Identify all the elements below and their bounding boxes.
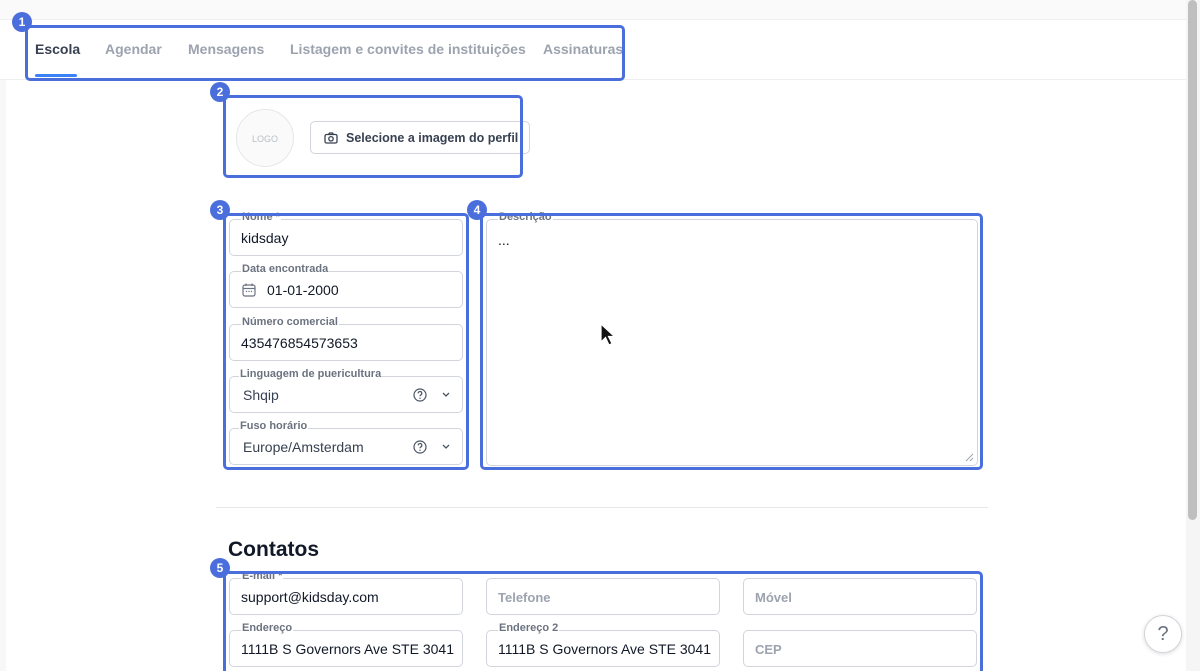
address-value: 1111B S Governors Ave STE 3041,, [241,641,454,657]
name-label: Nome * [241,211,281,223]
name-field[interactable]: Nome * kidsday [229,211,463,256]
business-number-value: 435476854573653 [241,335,358,351]
founded-date-field[interactable]: Data encontrada 01-01-2000 [229,263,463,308]
email-value: support@kidsday.com [241,589,379,605]
address2-field[interactable]: Endereço 2 1111B S Governors Ave STE 304… [486,622,720,667]
tab-escola[interactable]: Escola [35,41,80,57]
tab-assinaturas[interactable]: Assinaturas [543,41,623,57]
section-divider [216,507,988,508]
description-textarea[interactable]: Descrição ... [486,211,978,466]
contacts-title: Contatos [228,538,319,561]
description-value: ... [498,232,510,248]
select-profile-image-label: Selecione a imagem do perfil [346,130,519,145]
address-label: Endereço [241,622,294,634]
help-circle-icon[interactable] [413,388,427,402]
annotation-badge-3: 3 [210,200,230,220]
zip-field[interactable]: CEP [743,630,977,667]
address2-value: 1111B S Governors Ave STE 3041,, [498,641,711,657]
mobile-field[interactable]: Móvel [743,578,977,615]
timezone-select[interactable]: Fuso horário Europe/Amsterdam [229,420,463,465]
founded-date-label: Data encontrada [241,263,330,275]
mobile-placeholder: Móvel [755,590,792,605]
childcare-language-value: Shqip [243,387,279,403]
chevron-down-icon[interactable] [441,441,451,451]
scrollbar-thumb[interactable] [1188,0,1197,520]
description-label: Descrição [498,211,553,223]
chevron-down-icon[interactable] [441,389,451,399]
business-number-field[interactable]: Número comercial 435476854573653 [229,316,463,361]
tab-bar: Escola Agendar Mensagens Listagem e conv… [0,20,1186,80]
timezone-label: Fuso horário [239,420,309,432]
phone-field[interactable]: Telefone [486,578,720,615]
childcare-language-label: Linguagem de puericultura [239,368,383,380]
select-profile-image-button[interactable]: Selecione a imagem do perfil [310,121,530,154]
left-gutter [0,80,6,671]
logo-placeholder: LOGO [236,109,294,167]
tab-listagem-convites[interactable]: Listagem e convites de instituições [290,41,526,57]
annotation-badge-5: 5 [210,558,230,578]
tab-mensagens[interactable]: Mensagens [188,41,264,57]
email-label: E-mail * [241,570,284,582]
phone-placeholder: Telefone [498,590,551,605]
childcare-language-select[interactable]: Linguagem de puericultura Shqip [229,368,463,413]
help-button[interactable]: ? [1144,615,1182,653]
address-field[interactable]: Endereço 1111B S Governors Ave STE 3041,… [229,622,463,667]
mouse-cursor-icon [600,323,616,346]
timezone-value: Europe/Amsterdam [243,439,364,455]
tab-agendar[interactable]: Agendar [105,41,162,57]
active-tab-indicator [35,74,77,77]
founded-date-value: 01-01-2000 [267,282,339,298]
resize-handle-icon[interactable] [965,453,974,462]
annotation-badge-2: 2 [210,82,230,102]
address2-label: Endereço 2 [498,622,560,634]
business-number-label: Número comercial [241,316,339,328]
email-field[interactable]: E-mail * support@kidsday.com [229,570,463,615]
camera-icon [324,131,338,144]
name-value: kidsday [241,230,289,246]
annotation-badge-1: 1 [12,12,32,32]
help-circle-icon[interactable] [413,440,427,454]
zip-placeholder: CEP [755,642,782,657]
top-strip [0,0,1186,20]
annotation-badge-4: 4 [467,200,487,220]
page: Escola Agendar Mensagens Listagem e conv… [0,0,1200,671]
calendar-icon [242,283,256,297]
